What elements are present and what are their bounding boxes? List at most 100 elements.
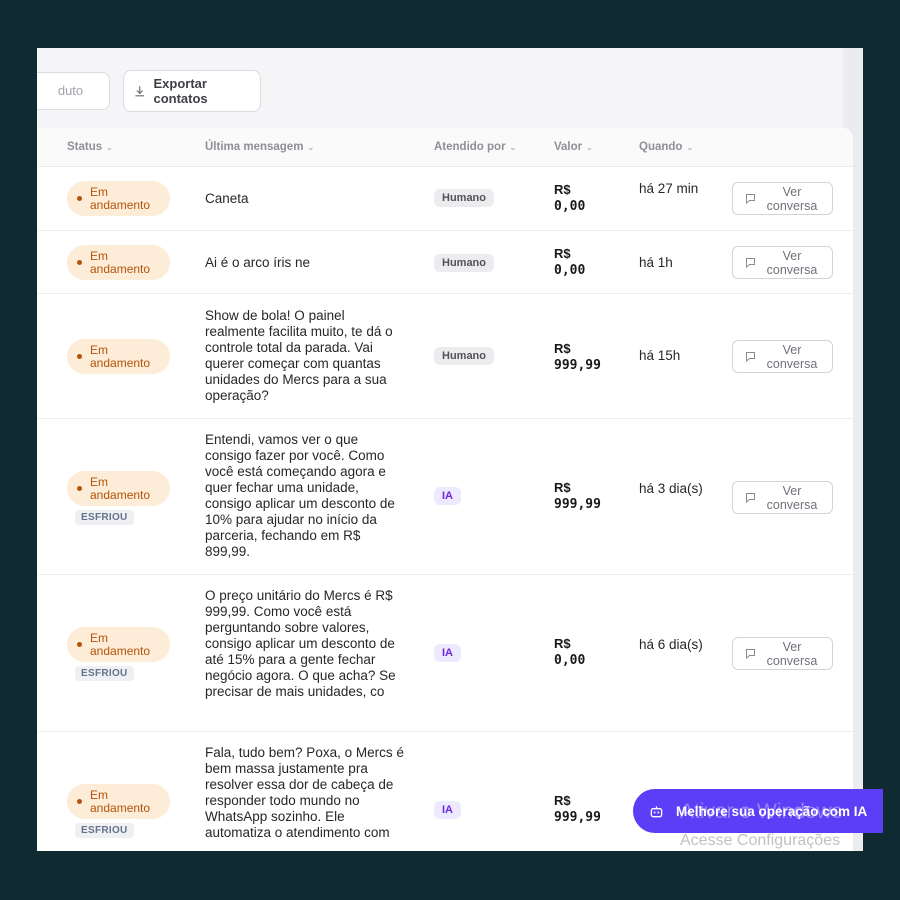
status-label: Em andamento <box>90 474 151 502</box>
currency-symbol: R$ <box>554 793 571 808</box>
value-cell: R$ 999,99 <box>554 340 601 374</box>
last-message: Entendi, vamos ver o que consigo fazer p… <box>205 432 395 559</box>
table-row[interactable]: Em andamento Show de bola! O painel real… <box>37 294 853 419</box>
handled-by-badge: Humano <box>434 254 494 272</box>
value-cell: R$ 0,00 <box>554 635 585 669</box>
last-message: Show de bola! O painel realmente facilit… <box>205 308 393 403</box>
view-conversation-button[interactable]: Ver conversa <box>732 481 833 514</box>
value-cell: R$ 999,99 <box>554 479 601 513</box>
value-amount: 999,99 <box>554 497 601 512</box>
value-cell: R$ 999,99 <box>554 792 601 826</box>
download-icon <box>135 86 145 97</box>
table-body: Em andamento Caneta Humano R$ 0,00 há 27 min… <box>37 167 853 851</box>
contacts-table: Status ⌄ Última mensagem ⌄ Atendido por ⌄ V… <box>37 128 853 851</box>
last-message: Ai é o arco íris ne <box>205 255 311 270</box>
robot-icon <box>650 805 663 817</box>
col-when[interactable]: Quando ⌄ <box>639 141 693 153</box>
value-amount: 999,99 <box>554 810 601 825</box>
view-conversation-button[interactable]: Ver conversa <box>732 637 833 670</box>
status-dot-icon <box>77 354 82 359</box>
currency-symbol: R$ <box>554 636 571 651</box>
status-badge: Em andamento <box>67 627 170 662</box>
windows-activation-title: Ativar o Windows <box>680 800 843 823</box>
status-dot-icon <box>77 642 82 647</box>
status-badge: Em andamento <box>67 471 170 506</box>
view-conversation-button[interactable]: Ver conversa <box>732 340 833 373</box>
col-last-message[interactable]: Última mensagem ⌄ <box>205 141 314 153</box>
time-ago: há 1h <box>639 255 673 270</box>
last-message: Fala, tudo bem? Poxa, o Mercs é bem mass… <box>205 745 404 840</box>
value-amount: 0,00 <box>554 263 586 278</box>
handled-by-badge: IA <box>434 801 461 819</box>
status-cell: Em andamento <box>67 181 170 216</box>
status-badge: Em andamento <box>67 245 170 280</box>
status-badge: Em andamento <box>67 784 170 819</box>
chat-icon <box>746 194 755 204</box>
status-label: Em andamento <box>90 342 151 370</box>
currency-symbol: R$ <box>554 182 571 197</box>
export-contacts-button[interactable]: Exportar contatos <box>123 70 261 112</box>
status-cell: Em andamento <box>67 339 170 374</box>
status-cell: Em andamento <box>67 245 170 280</box>
col-handled-by[interactable]: Atendido por ⌄ <box>434 141 516 153</box>
currency-symbol: R$ <box>554 341 571 356</box>
col-status[interactable]: Status ⌄ <box>67 141 113 153</box>
status-dot-icon <box>77 260 82 265</box>
status-badge: Em andamento <box>67 181 170 216</box>
chevron-down-icon: ⌄ <box>106 142 113 152</box>
view-conversation-label: Ver conversa <box>766 342 818 371</box>
app-window: duto Exportar contatos Status ⌄ Última me… <box>37 48 863 851</box>
col-value-label: Valor <box>554 141 583 153</box>
value-amount: 0,00 <box>554 653 586 668</box>
currency-symbol: R$ <box>554 246 571 261</box>
col-handled-by-label: Atendido por <box>434 141 506 153</box>
status-cell: Em andamento ESFRIOU <box>67 627 170 681</box>
search-input[interactable]: duto <box>37 72 110 110</box>
view-conversation-label: Ver conversa <box>766 184 818 213</box>
cooled-tag: ESFRIOU <box>75 823 134 838</box>
last-message: Caneta <box>205 191 249 206</box>
handled-by-badge: Humano <box>434 347 494 365</box>
status-cell: Em andamento ESFRIOU <box>67 784 170 838</box>
chat-icon <box>746 352 755 362</box>
last-message: O preço unitário do Mercs é R$ 999,99. C… <box>205 588 396 699</box>
chevron-down-icon: ⌄ <box>509 142 517 152</box>
value-amount: 0,00 <box>554 199 586 214</box>
table-row[interactable]: Em andamento ESFRIOU Entendi, vamos ver … <box>37 419 853 575</box>
currency-symbol: R$ <box>554 480 571 495</box>
windows-activation-subtitle: Acesse Configurações <box>680 832 841 849</box>
status-label: Em andamento <box>90 787 151 815</box>
handled-by-badge: IA <box>434 487 461 505</box>
status-dot-icon <box>77 196 82 201</box>
time-ago: há 3 dia(s) <box>639 481 703 496</box>
status-label: Em andamento <box>90 248 151 276</box>
value-cell: R$ 0,00 <box>554 181 585 215</box>
handled-by-badge: Humano <box>434 189 494 207</box>
col-value[interactable]: Valor ⌄ <box>554 141 593 153</box>
col-when-label: Quando <box>639 141 683 153</box>
view-conversation-label: Ver conversa <box>766 483 818 512</box>
chevron-down-icon: ⌄ <box>686 142 694 152</box>
status-label: Em andamento <box>90 184 151 212</box>
view-conversation-label: Ver conversa <box>766 639 818 668</box>
col-status-label: Status <box>67 141 103 153</box>
view-conversation-button[interactable]: Ver conversa <box>732 246 833 279</box>
col-last-message-label: Última mensagem <box>205 141 304 153</box>
view-conversation-label: Ver conversa <box>766 248 818 277</box>
handled-by-badge: IA <box>434 644 461 662</box>
value-amount: 999,99 <box>554 358 601 373</box>
time-ago: há 27 min <box>639 181 699 196</box>
time-ago: há 15h <box>639 348 681 363</box>
table-row[interactable]: Em andamento ESFRIOU O preço unitário do… <box>37 575 853 732</box>
chat-icon <box>746 649 755 659</box>
cooled-tag: ESFRIOU <box>75 510 134 525</box>
view-conversation-button[interactable]: Ver conversa <box>732 182 833 215</box>
table-row[interactable]: Em andamento Ai é o arco íris ne Humano R$… <box>37 231 853 294</box>
status-cell: Em andamento ESFRIOU <box>67 471 170 525</box>
status-badge: Em andamento <box>67 339 170 374</box>
chevron-down-icon: ⌄ <box>586 142 593 152</box>
table-header: Status ⌄ Última mensagem ⌄ Atendido por ⌄ V… <box>37 128 853 167</box>
cooled-tag: ESFRIOU <box>75 666 134 681</box>
table-row[interactable]: Em andamento Caneta Humano R$ 0,00 há 27 min… <box>37 167 853 231</box>
export-contacts-label: Exportar contatos <box>153 76 208 106</box>
